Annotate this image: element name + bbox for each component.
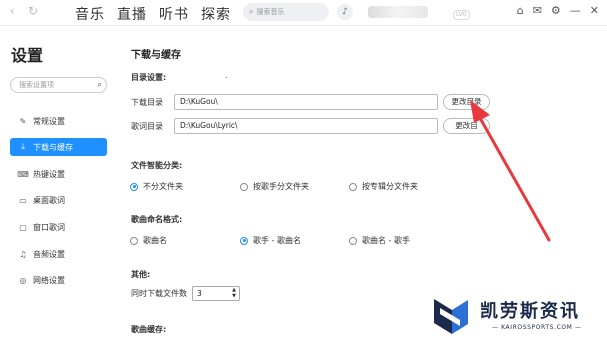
classify-option-by-artist[interactable]: 按歌手分文件夹 [240, 181, 309, 192]
voice-search-icon[interactable]: ♪ [337, 4, 353, 20]
concurrent-downloads-stepper[interactable]: 3 ▲ ▼ [192, 286, 240, 301]
wrench-icon: ✎ [19, 116, 27, 126]
settings-sidebar: 设置 搜索设置项 ⌕ ✎ 常规设置 ⤓ 下载与缓存 ⌨ 热键设置 ▭ 桌面歌词 … [0, 26, 118, 344]
sidebar-item-label: 常规设置 [33, 116, 65, 126]
radio-button[interactable] [240, 182, 248, 191]
top-search-input[interactable]: ⌕ 搜索音乐 [243, 3, 329, 21]
sidebar-item-label: 热键设置 [33, 169, 65, 179]
naming-option-song[interactable]: 歌曲名 [130, 235, 167, 246]
sidebar-item-download-cache[interactable]: ⤓ 下载与缓存 [10, 138, 107, 156]
nav-music[interactable]: 音乐 [75, 4, 105, 24]
search-icon: ⌕ [249, 7, 254, 16]
sidebar-item-general[interactable]: ✎ 常规设置 [10, 112, 107, 130]
option-label: 歌曲名 [143, 236, 167, 245]
sidebar-item-desktop-lyrics[interactable]: ▭ 桌面歌词 [10, 191, 107, 209]
stepper-value: 3 [197, 289, 202, 298]
watermark: 凯劳斯资讯 — KAIROSSPORTS.COM — [430, 294, 605, 342]
naming-option-song-artist[interactable]: 歌曲名 - 歌手 [349, 235, 410, 246]
nav-explore[interactable]: 探索 [201, 4, 231, 24]
lyric-dir-label: 歌词目录 [131, 122, 163, 131]
window-controls: ⌂ ✉ ⚙ — ✕ [517, 4, 599, 17]
change-lyric-dir-button[interactable]: 更改目 [443, 118, 490, 134]
sidebar-item-audio[interactable]: ♫ 音频设置 [10, 245, 107, 263]
radio-button[interactable] [130, 182, 138, 191]
settings-search-placeholder: 搜索设置项 [19, 81, 54, 89]
radio-button[interactable] [349, 182, 357, 191]
level-badge: LV0 [453, 10, 470, 20]
concurrent-downloads-label: 同时下载文件数 [131, 289, 187, 298]
change-download-dir-button[interactable]: 更改目录 [443, 94, 490, 110]
sidebar-item-label: 桌面歌词 [33, 195, 65, 205]
dir-section-dot: . [225, 71, 228, 80]
download-icon: ⤓ [21, 142, 25, 151]
other-section-title: 其他: [131, 270, 151, 279]
sidebar-item-network[interactable]: ◎ 网络设置 [10, 271, 107, 289]
network-icon: ◎ [19, 275, 27, 285]
mail-icon[interactable]: ✉ [533, 4, 542, 17]
option-label: 歌曲名 - 歌手 [362, 236, 410, 245]
user-name-blurred[interactable] [368, 6, 428, 18]
download-dir-label: 下载目录 [131, 98, 163, 107]
naming-option-artist-song[interactable]: 歌手 - 歌曲名 [240, 235, 301, 246]
stepper-arrows-icon[interactable]: ▲ ▼ [232, 287, 236, 299]
naming-section-title: 歌曲命名格式: [131, 215, 183, 224]
audio-icon: ♫ [19, 249, 27, 259]
settings-title: 设置 [11, 46, 44, 65]
nav-live[interactable]: 直播 [117, 4, 147, 24]
settings-icon[interactable]: ⚙ [551, 4, 561, 17]
watermark-subtitle: — KAIROSSPORTS.COM — [492, 324, 582, 331]
back-icon[interactable]: ‹ [10, 4, 15, 18]
dir-section-title: 目录设置: [131, 73, 167, 82]
sidebar-item-label: 音频设置 [33, 249, 65, 259]
monitor-icon: ▭ [19, 195, 27, 205]
sidebar-item-label: 下载与缓存 [33, 142, 73, 152]
download-dir-field[interactable]: D:\KuGou\ [174, 94, 438, 110]
option-label: 不分文件夹 [143, 182, 183, 191]
sidebar-item-window-lyrics[interactable]: ▢ 窗口歌词 [10, 218, 107, 236]
skin-icon[interactable]: ⌂ [517, 4, 524, 17]
sidebar-item-hotkeys[interactable]: ⌨ 热键设置 [10, 165, 107, 183]
option-label: 歌手 - 歌曲名 [253, 236, 301, 245]
close-icon[interactable]: ✕ [590, 4, 599, 17]
top-bar: ‹ ↻ 音乐 直播 听书 探索 ⌕ 搜索音乐 ♪ LV0 ⌂ ✉ ⚙ — ✕ [0, 0, 607, 26]
watermark-logo-icon [434, 299, 468, 334]
window-icon: ▢ [19, 222, 27, 232]
top-nav: 音乐 直播 听书 探索 [75, 4, 231, 24]
option-label: 按歌手分文件夹 [253, 182, 309, 191]
classify-option-none[interactable]: 不分文件夹 [130, 181, 183, 192]
nav-audiobook[interactable]: 听书 [159, 4, 189, 24]
radio-button[interactable] [130, 236, 138, 245]
sidebar-item-label: 网络设置 [33, 275, 65, 285]
search-placeholder: 搜索音乐 [256, 8, 285, 16]
refresh-icon[interactable]: ↻ [28, 4, 38, 18]
sidebar-item-label: 窗口歌词 [33, 222, 65, 232]
cache-section-title: 歌曲缓存: [131, 325, 167, 334]
minimize-icon[interactable]: — [570, 4, 581, 17]
page-title: 下载与缓存 [131, 50, 181, 61]
classify-option-by-album[interactable]: 按专辑分文件夹 [349, 181, 418, 192]
classify-section-title: 文件智能分类: [131, 161, 183, 170]
radio-button[interactable] [349, 236, 357, 245]
keyboard-icon: ⌨ [17, 169, 29, 179]
settings-search-input[interactable]: 搜索设置项 ⌕ [10, 77, 107, 93]
lyric-dir-field[interactable]: D:\KuGou\Lyric\ [174, 118, 438, 134]
radio-button[interactable] [240, 236, 248, 245]
search-icon: ⌕ [96, 80, 102, 90]
watermark-title: 凯劳斯资讯 [480, 301, 580, 322]
option-label: 按专辑分文件夹 [362, 182, 418, 191]
